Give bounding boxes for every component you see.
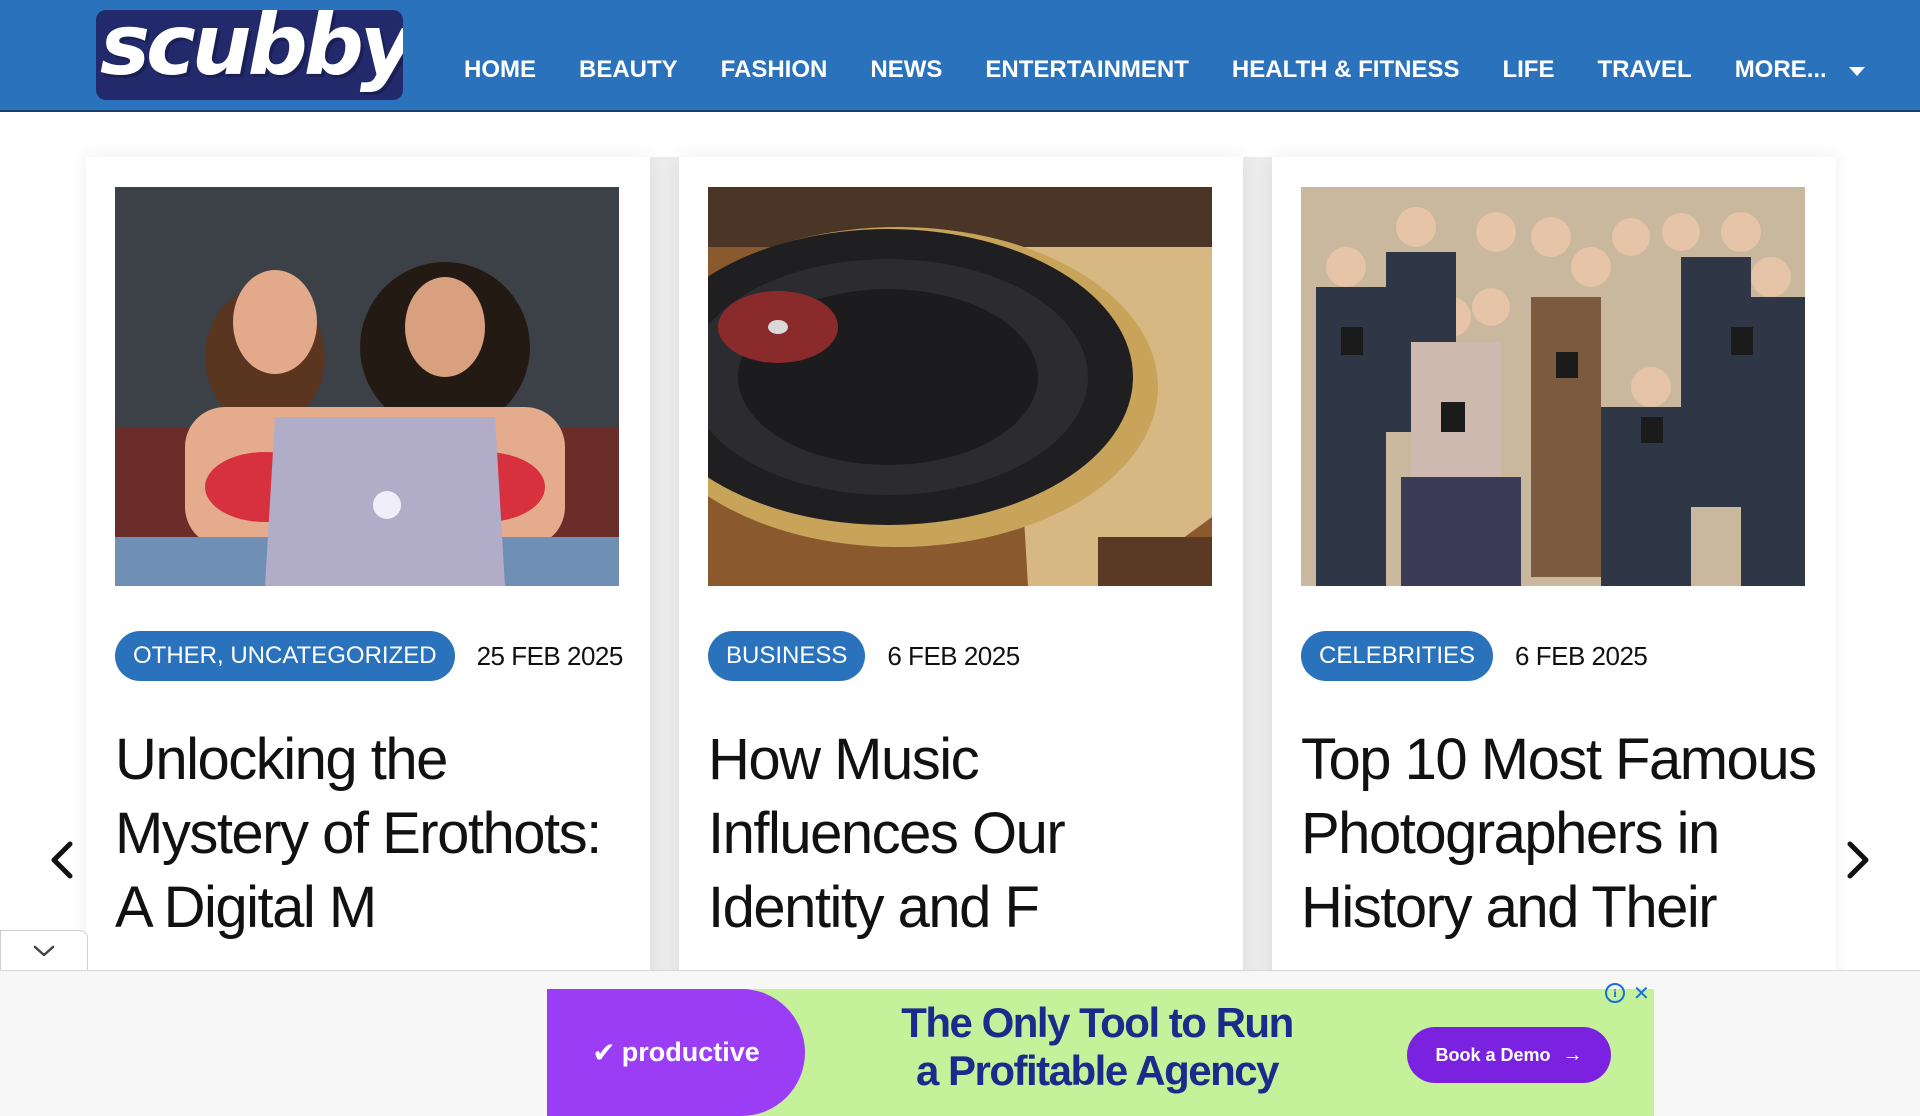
post-card[interactable]: OTHER, UNCATEGORIZED 25 FEB 2025 Unlocki… bbox=[86, 157, 650, 987]
nav-item-health-fitness[interactable]: HEALTH & FITNESS bbox=[1232, 56, 1460, 84]
chevron-down-icon bbox=[33, 945, 55, 957]
carousel-prev-button[interactable] bbox=[48, 838, 76, 882]
post-title[interactable]: How Music Influences Our Identity and F bbox=[708, 723, 1228, 945]
ad-cta-label: Book a Demo bbox=[1435, 1044, 1551, 1065]
nav-item-more[interactable]: MORE... bbox=[1735, 56, 1865, 84]
nav-more-label: MORE... bbox=[1734, 56, 1827, 83]
nav-item-life[interactable]: LIFE bbox=[1502, 56, 1554, 84]
post-title[interactable]: Unlocking the Mystery of Erothots: A Dig… bbox=[115, 723, 635, 945]
post-date: 6 FEB 2025 bbox=[887, 640, 1020, 671]
close-icon[interactable]: ✕ bbox=[1633, 981, 1650, 1005]
ad-banner[interactable]: ✔ productive The Only Tool to Run a Prof… bbox=[547, 989, 1654, 1116]
carousel-next-button[interactable] bbox=[1844, 838, 1872, 882]
check-icon: ✔ bbox=[592, 1036, 616, 1069]
ad-collapse-button[interactable] bbox=[0, 930, 88, 971]
post-image[interactable] bbox=[708, 187, 1212, 586]
nav-item-home[interactable]: HOME bbox=[464, 56, 536, 84]
card-divider bbox=[1243, 157, 1273, 987]
post-card[interactable]: BUSINESS 6 FEB 2025 How Music Influences… bbox=[679, 157, 1243, 987]
chevron-right-icon bbox=[1847, 841, 1869, 879]
ad-headline: The Only Tool to Run a Profitable Agency bbox=[877, 999, 1317, 1095]
ad-headline-line1: The Only Tool to Run bbox=[901, 999, 1294, 1046]
nav-item-fashion[interactable]: FASHION bbox=[721, 56, 828, 84]
ad-controls: i ✕ bbox=[1605, 981, 1650, 1005]
logo-text: scubby bbox=[100, 10, 403, 94]
category-badge[interactable]: CELEBRITIES bbox=[1301, 631, 1494, 681]
post-date: 6 FEB 2025 bbox=[1515, 640, 1648, 671]
ad-book-demo-button[interactable]: Book a Demo → bbox=[1407, 1027, 1611, 1083]
site-logo[interactable]: scubby bbox=[96, 10, 403, 100]
post-image[interactable] bbox=[115, 187, 619, 586]
nav-item-entertainment[interactable]: ENTERTAINMENT bbox=[985, 56, 1189, 84]
card-divider bbox=[650, 157, 680, 987]
photo-group-photographers-cameras bbox=[1301, 187, 1805, 586]
post-date: 25 FEB 2025 bbox=[476, 640, 624, 671]
main-nav: HOME BEAUTY FASHION NEWS ENTERTAINMENT H… bbox=[464, 52, 1865, 88]
post-card[interactable]: CELEBRITIES 6 FEB 2025 Top 10 Most Famou… bbox=[1272, 157, 1836, 987]
post-meta: OTHER, UNCATEGORIZED 25 FEB 2025 bbox=[115, 631, 623, 681]
photo-vinyl-record-turntable bbox=[708, 187, 1212, 586]
nav-item-travel[interactable]: TRAVEL bbox=[1597, 56, 1691, 84]
nav-item-news[interactable]: NEWS bbox=[870, 56, 942, 84]
ad-headline-line2: a Profitable Agency bbox=[915, 1047, 1280, 1094]
chevron-left-icon bbox=[51, 841, 73, 879]
post-carousel: OTHER, UNCATEGORIZED 25 FEB 2025 Unlocki… bbox=[0, 112, 1920, 987]
post-title[interactable]: Top 10 Most Famous Photographers in Hist… bbox=[1301, 723, 1821, 945]
site-header: scubby HOME BEAUTY FASHION NEWS ENTERTAI… bbox=[0, 0, 1920, 112]
ad-brand-name: productive bbox=[621, 1037, 760, 1067]
nav-item-beauty[interactable]: BEAUTY bbox=[579, 56, 678, 84]
post-image[interactable] bbox=[1301, 187, 1805, 586]
post-meta: CELEBRITIES 6 FEB 2025 bbox=[1301, 631, 1648, 681]
info-icon[interactable]: i bbox=[1605, 983, 1625, 1003]
category-badge[interactable]: OTHER, UNCATEGORIZED bbox=[115, 631, 455, 681]
photo-two-women-laptop bbox=[115, 187, 619, 586]
post-meta: BUSINESS 6 FEB 2025 bbox=[708, 631, 1020, 681]
chevron-down-icon bbox=[1848, 66, 1865, 76]
arrow-right-icon: → bbox=[1562, 1043, 1583, 1066]
category-badge[interactable]: BUSINESS bbox=[708, 631, 866, 681]
ad-brand-panel: ✔ productive bbox=[547, 989, 805, 1116]
